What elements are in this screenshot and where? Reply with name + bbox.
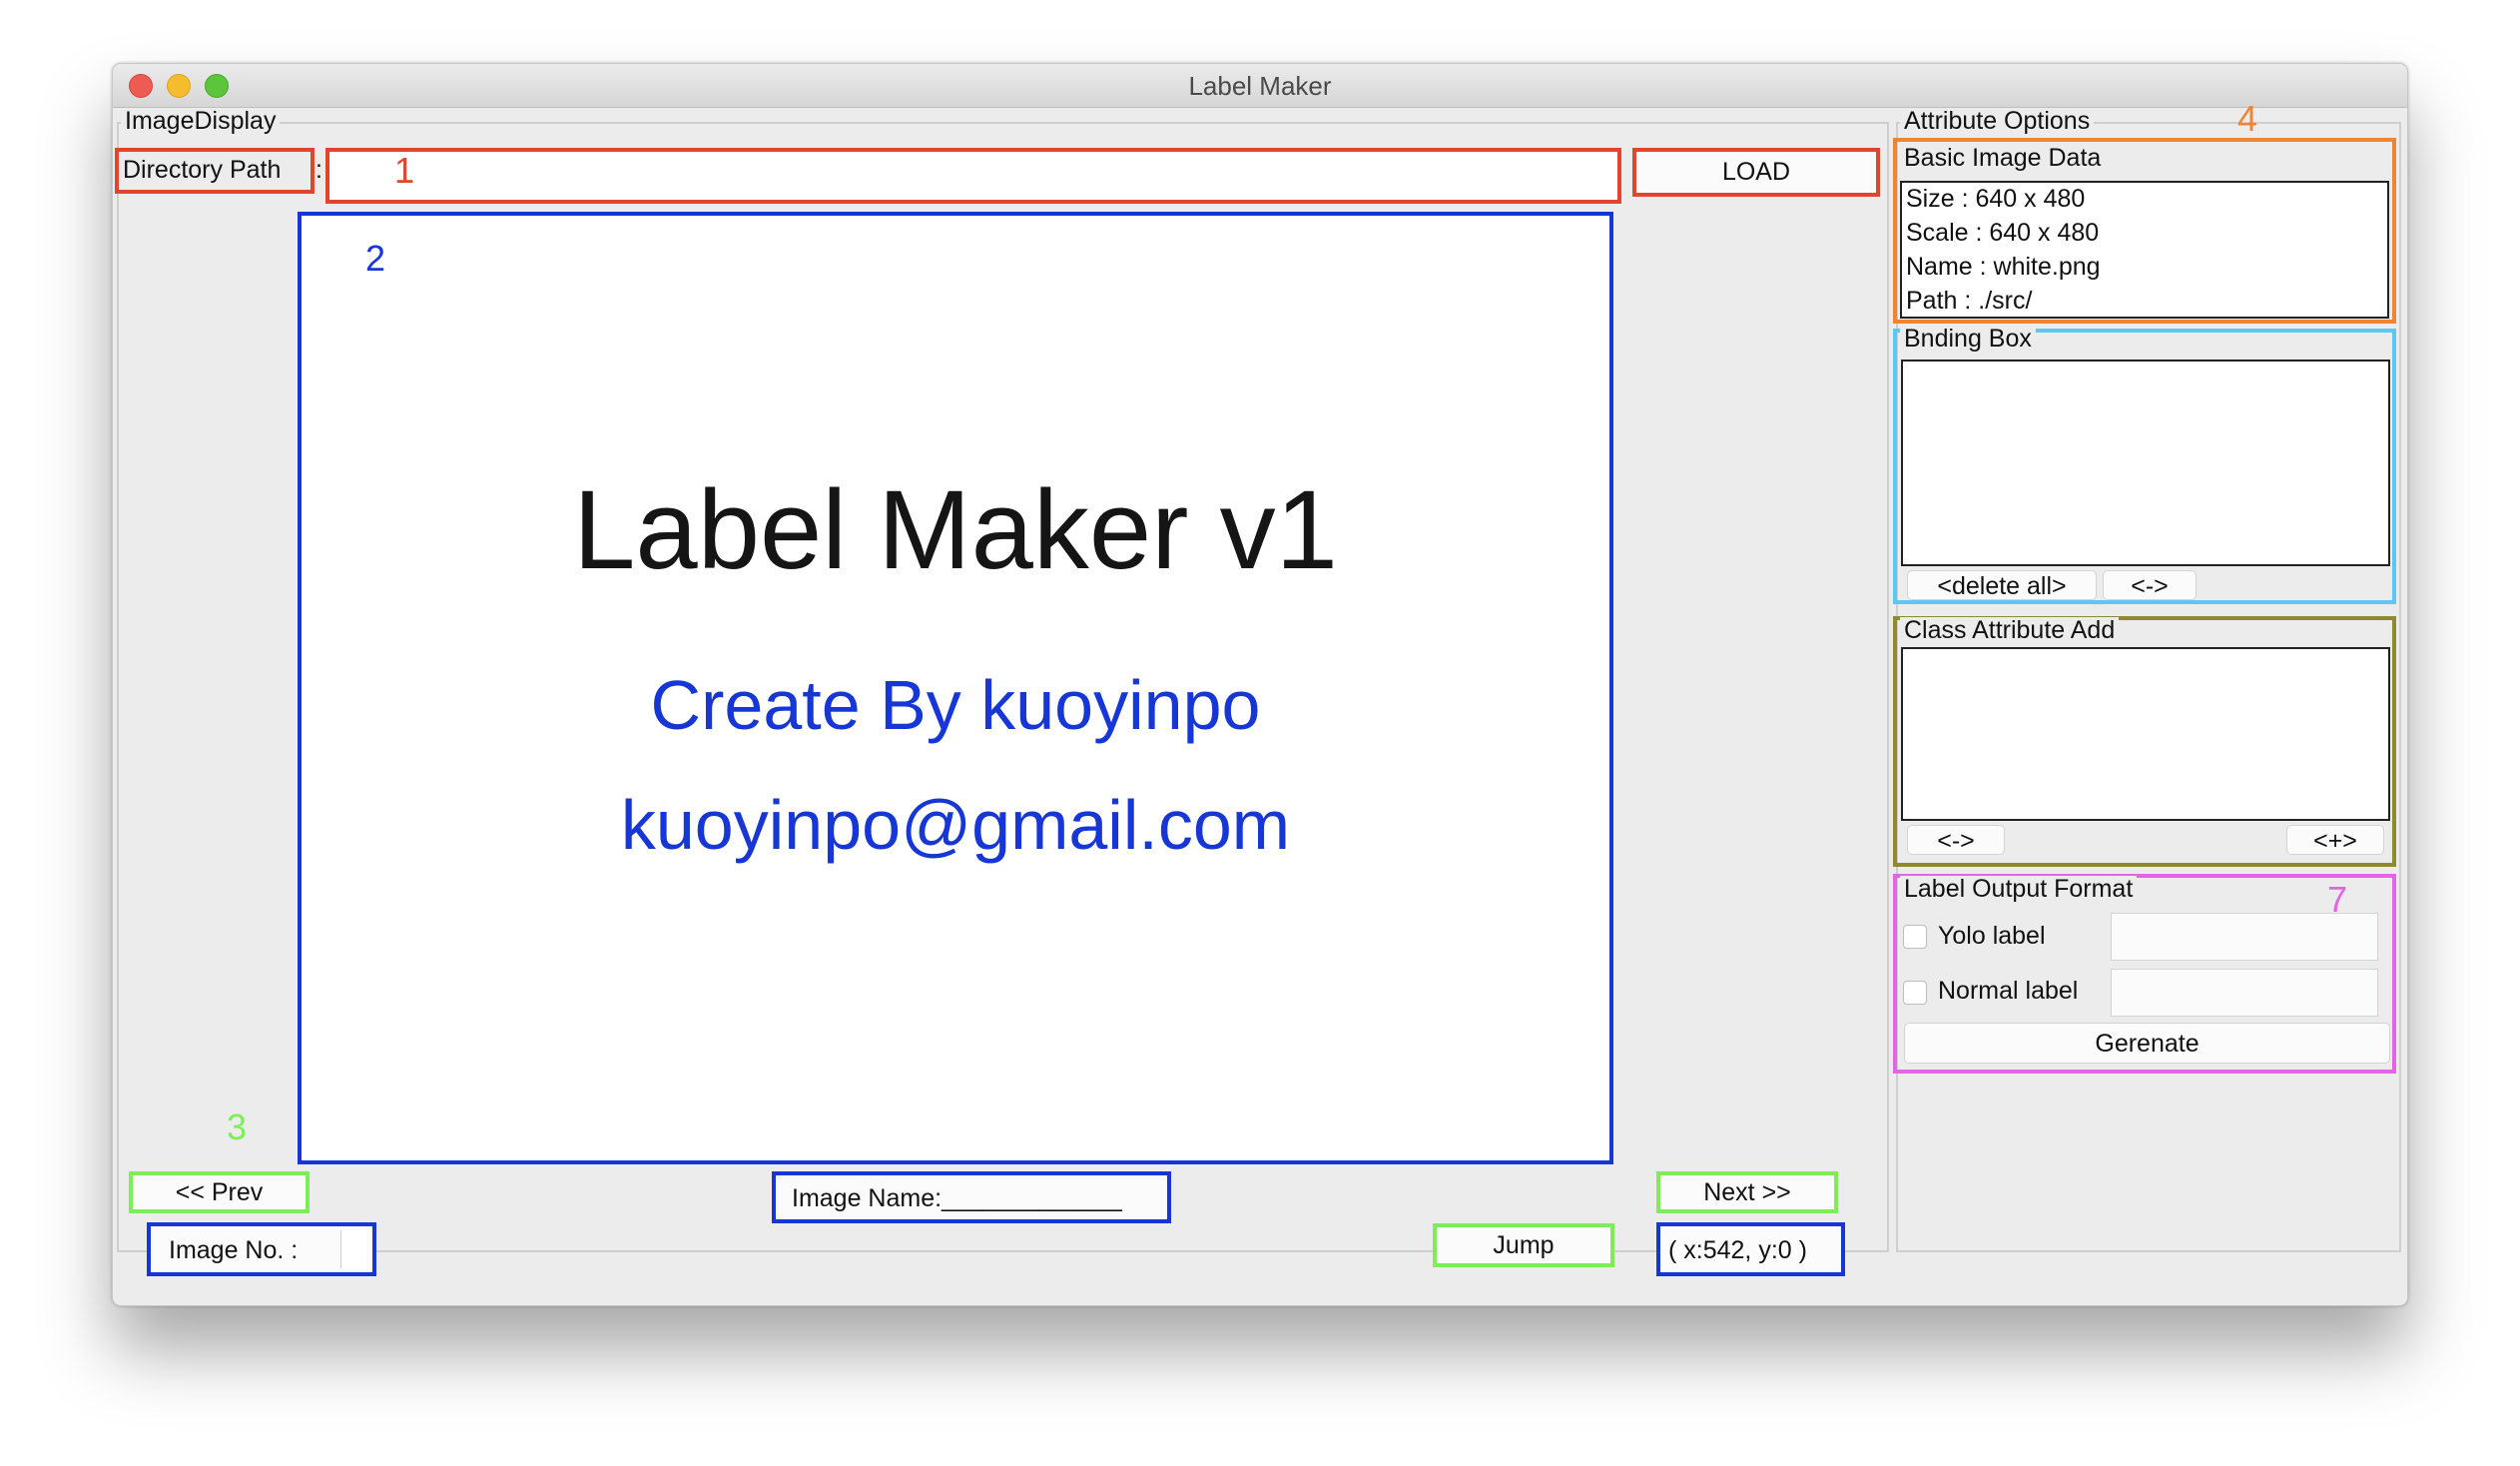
generate-button[interactable]: Gerenate — [1904, 1023, 2390, 1064]
normal-label-input[interactable] — [2111, 969, 2378, 1017]
annotation-4: 4 — [2237, 98, 2258, 139]
canvas-title: Label Maker v1 — [573, 467, 1338, 592]
image-display-legend: ImageDisplay — [121, 108, 281, 134]
app-window: Label Maker ImageDisplay Directory Path … — [112, 63, 2408, 1306]
canvas-subtitle: Create By kuoyinpo — [650, 666, 1261, 744]
yolo-label-checkbox[interactable] — [1903, 925, 1927, 949]
binding-box-remove-button[interactable]: <-> — [2103, 570, 2197, 600]
coordinates-text: ( x:542, y:0 ) — [1668, 1236, 1807, 1264]
normal-label-checkbox[interactable] — [1903, 981, 1927, 1005]
load-button[interactable]: LOAD — [1632, 148, 1880, 197]
prev-button[interactable]: << Prev — [129, 1171, 310, 1213]
title-bar: Label Maker — [113, 64, 2407, 108]
class-attribute-remove-button[interactable]: <-> — [1907, 825, 2005, 855]
image-name-label: Image Name:_____________ — [792, 1184, 1122, 1212]
attribute-options-legend: Attribute Options — [1900, 108, 2095, 134]
jump-button[interactable]: Jump — [1433, 1223, 1614, 1267]
binding-box-legend: Bnding Box — [1900, 326, 2036, 352]
window-title: Label Maker — [1188, 71, 1332, 101]
image-no-input[interactable] — [340, 1230, 366, 1268]
class-attribute-legend: Class Attribute Add — [1900, 617, 2120, 643]
class-attribute-list[interactable] — [1901, 647, 2390, 821]
directory-path-label: Directory Path — [123, 156, 282, 184]
image-no-field: Image No. : — [147, 1222, 376, 1276]
binding-box-list[interactable] — [1901, 360, 2390, 566]
directory-path-input[interactable] — [325, 148, 1621, 204]
class-attribute-add-button[interactable]: <+> — [2286, 825, 2384, 855]
image-path-text: Path : ./src/ — [1906, 287, 2033, 315]
normal-label-text: Normal label — [1938, 977, 2079, 1005]
image-name-field: Image Name:_____________ — [772, 1171, 1171, 1223]
next-button[interactable]: Next >> — [1656, 1171, 1838, 1213]
delete-all-button[interactable]: <delete all> — [1907, 570, 2097, 600]
yolo-label-text: Yolo label — [1938, 922, 2046, 950]
image-canvas[interactable]: 2 Label Maker v1 Create By kuoyinpo kuoy… — [298, 212, 1613, 1164]
canvas-email: kuoyinpo@gmail.com — [620, 786, 1291, 864]
image-name-text: Name : white.png — [1906, 253, 2101, 281]
annotation-1: 1 — [394, 150, 415, 191]
annotation-2: 2 — [365, 238, 386, 279]
directory-path-colon: : — [315, 156, 322, 184]
image-size-text: Size : 640 x 480 — [1906, 185, 2086, 213]
coordinates-display: ( x:542, y:0 ) — [1656, 1222, 1845, 1276]
annotation-3: 3 — [227, 1106, 248, 1147]
label-output-format-legend: Label Output Format — [1900, 876, 2138, 902]
yolo-label-input[interactable] — [2111, 913, 2378, 961]
basic-image-data-box: Size : 640 x 480 Scale : 640 x 480 Name … — [1900, 181, 2389, 319]
window-content: ImageDisplay Directory Path : 1 LOAD 2 L… — [113, 98, 2407, 1305]
basic-image-data-legend: Basic Image Data — [1900, 145, 2106, 171]
image-scale-text: Scale : 640 x 480 — [1906, 219, 2100, 247]
image-no-label: Image No. : — [169, 1236, 299, 1264]
